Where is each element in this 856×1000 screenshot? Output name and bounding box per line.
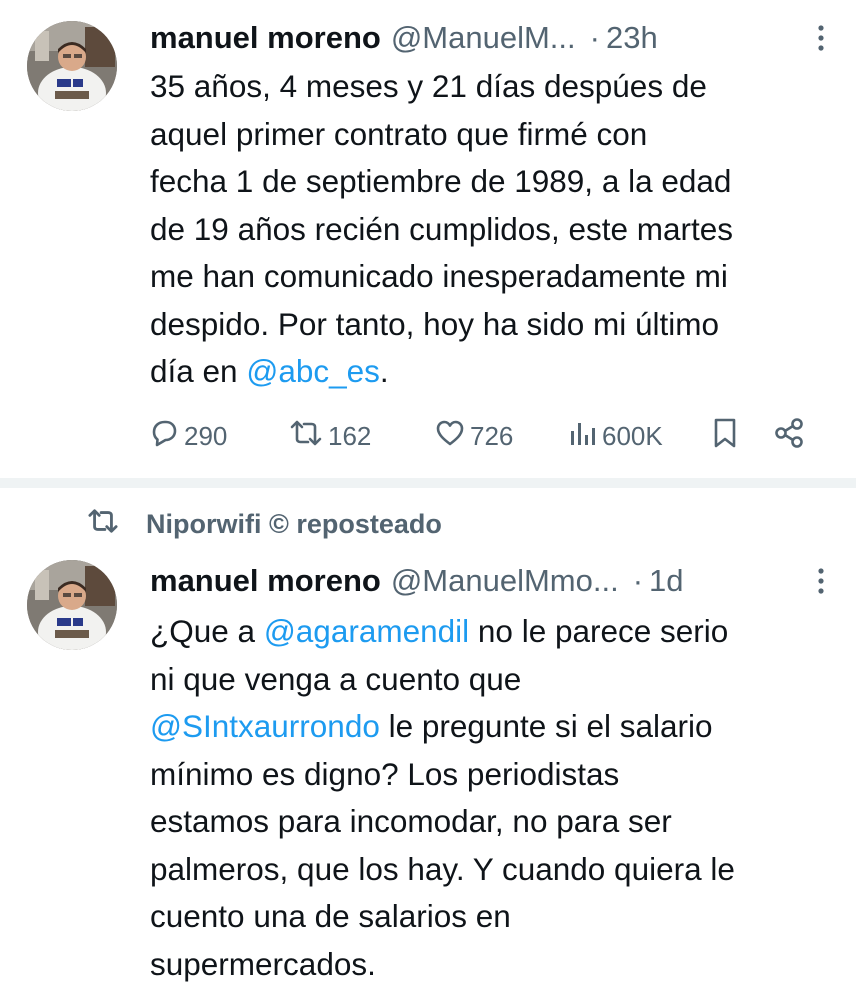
views-icon	[568, 417, 602, 456]
author-handle[interactable]: @ManuelMmo...	[391, 563, 619, 599]
views-button[interactable]: 600K	[568, 414, 663, 458]
repost-indicator[interactable]: Niporwifi © reposteado	[86, 506, 442, 542]
tweet-text-part: ¿Que a	[150, 613, 264, 649]
tweet-header: manuel moreno @ManuelM... · 23h	[150, 16, 836, 60]
more-icon[interactable]	[806, 22, 836, 54]
mention-link[interactable]: @SIntxaurrondo	[150, 708, 380, 744]
like-count: 726	[470, 420, 514, 451]
tweet-text-part: 35 años, 4 meses y 21 días despúes de aq…	[150, 68, 734, 389]
tweet-text: ¿Que a @agaramendil no le parece serio n…	[150, 608, 840, 988]
share-icon	[772, 416, 810, 457]
avatar[interactable]	[27, 560, 117, 650]
repost-icon	[288, 417, 328, 456]
author-name[interactable]: manuel moreno	[150, 563, 381, 599]
tweet-header: manuel moreno @ManuelMmo... · 1d	[150, 559, 836, 603]
tweet-text-part: .	[379, 353, 389, 389]
reply-count: 290	[184, 420, 228, 451]
repost-by-label: Niporwifi © reposteado	[146, 508, 442, 539]
bookmark-icon	[710, 416, 744, 457]
view-count: 600K	[602, 420, 663, 451]
mention-link[interactable]: @abc_es	[246, 353, 380, 389]
repost-count: 162	[328, 420, 372, 451]
author-handle[interactable]: @ManuelM...	[391, 20, 576, 56]
timestamp[interactable]: 1d	[649, 563, 683, 599]
more-icon[interactable]	[806, 565, 836, 597]
tweet-text: 35 años, 4 meses y 21 días despúes de aq…	[150, 63, 840, 396]
bookmark-button[interactable]	[710, 414, 744, 458]
tweet-divider	[0, 478, 856, 488]
repost-button[interactable]: 162	[288, 414, 371, 458]
like-button[interactable]: 726	[434, 414, 513, 458]
tweet-2[interactable]: Niporwifi © reposteado manuel moreno @Ma…	[0, 488, 856, 1000]
avatar[interactable]	[27, 21, 117, 111]
reply-icon	[148, 417, 184, 456]
timestamp[interactable]: 23h	[606, 20, 658, 56]
share-button[interactable]	[772, 414, 810, 458]
separator-dot: ·	[589, 20, 600, 55]
reply-button[interactable]: 290	[148, 414, 227, 458]
author-name[interactable]: manuel moreno	[150, 20, 381, 56]
action-bar: 290 162 726 600K	[148, 414, 818, 458]
like-icon	[434, 417, 470, 456]
repost-icon	[86, 506, 146, 543]
tweet-text-part: le pregunte si el salario mínimo es dign…	[150, 708, 735, 982]
mention-link[interactable]: @agaramendil	[264, 613, 469, 649]
tweet-1[interactable]: manuel moreno @ManuelM... · 23h 35 años,…	[0, 0, 856, 478]
separator-dot: ·	[632, 563, 644, 598]
